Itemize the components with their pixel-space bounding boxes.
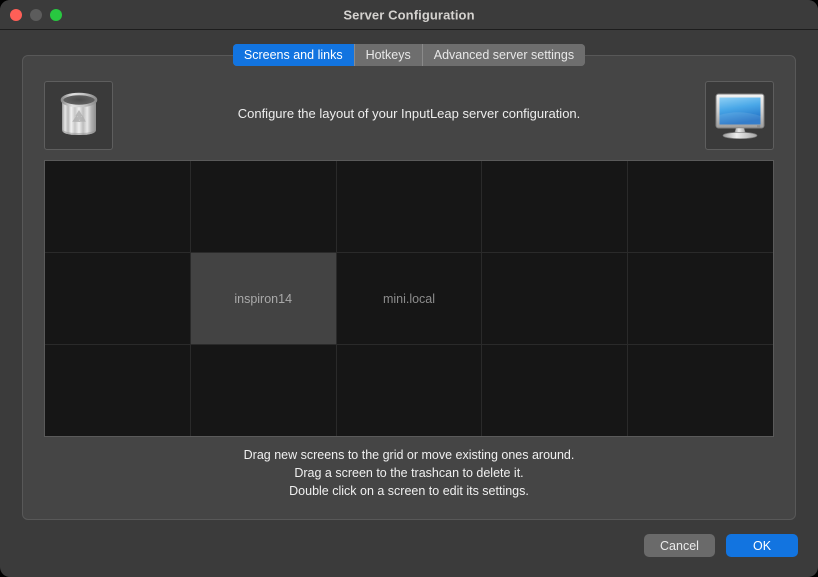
grid-cell[interactable] (45, 345, 190, 436)
screen-mini-local[interactable]: mini.local (336, 253, 482, 344)
ok-button[interactable]: OK (726, 534, 798, 557)
grid-cell[interactable] (45, 253, 190, 344)
grid-cell[interactable] (190, 345, 336, 436)
tab-group: Screens and links Hotkeys Advanced serve… (232, 44, 586, 66)
screens-and-links-panel: Configure the layout of your InputLeap s… (22, 55, 796, 520)
instruction-line-1: Drag new screens to the grid or move exi… (243, 448, 575, 462)
instruction-line-3: Double click on a screen to edit its set… (289, 484, 529, 498)
tab-screens-and-links[interactable]: Screens and links (232, 44, 355, 66)
trash-can-icon (60, 92, 97, 135)
window-title: Server Configuration (343, 7, 475, 22)
instructions-text: Drag new screens to the grid or move exi… (23, 446, 795, 500)
trash-drop-target[interactable] (44, 81, 113, 150)
new-screen-source[interactable] (705, 81, 774, 150)
grid-cell[interactable] (482, 253, 628, 344)
cancel-button[interactable]: Cancel (644, 534, 715, 557)
title-bar: Server Configuration (0, 0, 818, 30)
tab-hotkeys[interactable]: Hotkeys (354, 44, 423, 66)
tab-bar: Screens and links Hotkeys Advanced serve… (0, 44, 818, 66)
grid-cell[interactable] (336, 345, 482, 436)
tab-advanced-server-settings[interactable]: Advanced server settings (422, 44, 586, 66)
grid-cell[interactable] (628, 345, 773, 436)
screen-grid-container: inspiron14 mini.local (44, 160, 774, 437)
grid-cell[interactable] (190, 161, 336, 252)
grid-cell[interactable] (45, 161, 190, 252)
screen-grid: inspiron14 mini.local (45, 161, 773, 436)
grid-cell[interactable] (482, 161, 628, 252)
dialog-footer: Cancel OK (0, 520, 818, 577)
panel-header: Configure the layout of your InputLeap s… (23, 56, 795, 156)
panel-caption: Configure the layout of your InputLeap s… (237, 106, 581, 121)
grid-cell[interactable] (628, 161, 773, 252)
grid-cell[interactable] (482, 345, 628, 436)
new-screen-monitor-icon (715, 93, 764, 139)
instruction-line-2: Drag a screen to the trashcan to delete … (294, 466, 524, 480)
grid-cell[interactable] (336, 161, 482, 252)
screen-inspiron14[interactable]: inspiron14 (190, 253, 336, 344)
grid-cell[interactable] (628, 253, 773, 344)
server-configuration-window: Server Configuration Screens and links H… (0, 0, 818, 577)
